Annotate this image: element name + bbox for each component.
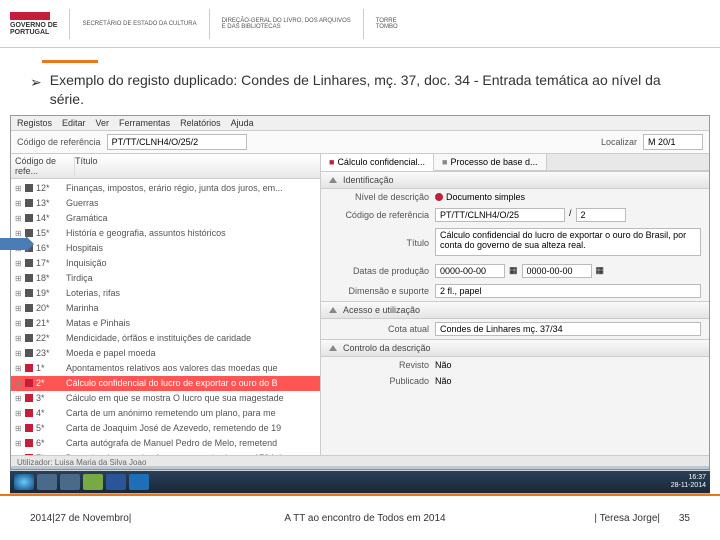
nivel-radio-icon — [435, 193, 443, 201]
codref2-input[interactable] — [576, 208, 626, 222]
task-ie-icon[interactable] — [37, 474, 57, 490]
section-acesso[interactable]: Acesso e utilização — [321, 301, 709, 319]
tree-pane: Código de refe... Título ⊞12*Finanças, i… — [11, 154, 321, 455]
tree-row[interactable]: ⊞22*Mendicidade, órfãos e instituições d… — [11, 331, 320, 346]
task-outlook-icon[interactable] — [129, 474, 149, 490]
label-cota: Cota atual — [329, 324, 429, 334]
label-publicado: Publicado — [329, 376, 429, 386]
search-label: Localizar — [601, 137, 637, 147]
tree[interactable]: ⊞12*Finanças, impostos, erário régio, ju… — [11, 179, 320, 455]
app-window: Registos Editar Ver Ferramentas Relatórios Aj… — [10, 115, 710, 470]
slide-bullet: ➢ Exemplo do registo duplicado: Condes d… — [30, 71, 690, 109]
tree-row[interactable]: ⊞14*Gramática — [11, 211, 320, 226]
tree-row[interactable]: ⊞21*Matas e Pinhais — [11, 316, 320, 331]
titulo-input[interactable] — [435, 228, 701, 256]
task-app-icon[interactable] — [83, 474, 103, 490]
section-controlo[interactable]: Controlo da descrição — [321, 339, 709, 357]
pointer-arrow-icon — [0, 238, 26, 250]
label-datas: Datas de produção — [329, 266, 429, 276]
tree-row[interactable]: ⊞18*Tirdiça — [11, 271, 320, 286]
tree-row[interactable]: ⊞13*Guerras — [11, 196, 320, 211]
calendar-icon[interactable]: ▦ — [509, 265, 518, 276]
col-header-title[interactable]: Título — [75, 156, 98, 176]
task-word-icon[interactable] — [106, 474, 126, 490]
bullet-arrow-icon: ➢ — [30, 73, 42, 109]
label-codref: Código de referência — [329, 210, 429, 220]
logo-dglab: DIREÇÃO-GERAL DO LIVRO, DOS ARQUIVOS E D… — [222, 6, 351, 42]
label-revisto: Revisto — [329, 360, 429, 370]
tree-row[interactable]: ⊞4*Carta de um anónimo remetendo um plan… — [11, 406, 320, 421]
slide-footer: 2014|27 de Novembro| A TT ao encontro de… — [0, 494, 720, 540]
codref-input[interactable] — [435, 208, 565, 222]
tree-row[interactable]: ⊞6*Carta autógrafa de Manuel Pedro de Me… — [11, 436, 320, 451]
calendar-icon[interactable]: ▦ — [596, 265, 605, 276]
publicado-value: Não — [435, 376, 701, 386]
data-inicio-input[interactable] — [435, 264, 505, 278]
tree-row[interactable]: ⊞19*Loterias, rifas — [11, 286, 320, 301]
search-input[interactable] — [643, 134, 703, 150]
tab-processo[interactable]: ■Processo de base d... — [434, 154, 547, 170]
ref-input[interactable] — [107, 134, 247, 150]
header-logos: GOVERNO DE PORTUGAL SECRETÁRIO DE ESTADO… — [0, 0, 720, 48]
footer-author: | Teresa Jorge| — [550, 513, 660, 524]
dimensao-input[interactable] — [435, 284, 701, 298]
nivel-value: Documento simples — [446, 192, 525, 202]
menu-ferramentas[interactable]: Ferramentas — [119, 118, 170, 128]
tree-row[interactable]: ⊞20*Marinha — [11, 301, 320, 316]
logo-governo: GOVERNO DE PORTUGAL — [10, 6, 57, 42]
tree-row[interactable]: ⊞2*Cálculo confidencial do lucro de expo… — [11, 376, 320, 391]
revisto-value: Não — [435, 360, 701, 370]
menubar: Registos Editar Ver Ferramentas Relatórios Aj… — [11, 116, 709, 131]
logo-secretario: SECRETÁRIO DE ESTADO DA CULTURA — [82, 6, 196, 42]
menu-editar[interactable]: Editar — [62, 118, 86, 128]
menu-registos[interactable]: Registos — [17, 118, 52, 128]
tree-row[interactable]: ⊞12*Finanças, impostos, erário régio, ju… — [11, 181, 320, 196]
tree-row[interactable]: ⊞17*Inquisição — [11, 256, 320, 271]
logo-tombo: TORRE TOMBO — [376, 6, 398, 42]
menu-relatórios[interactable]: Relatórios — [180, 118, 221, 128]
accent-line — [42, 60, 98, 63]
col-header-code[interactable]: Código de refe... — [15, 156, 75, 176]
label-titulo: Título — [329, 238, 429, 248]
menu-ajuda[interactable]: Ajuda — [231, 118, 254, 128]
detail-pane: ■Cálculo confidencial... ■Processo de ba… — [321, 154, 709, 455]
task-explorer-icon[interactable] — [60, 474, 80, 490]
ref-label: Código de referência — [17, 137, 101, 147]
tree-row[interactable]: ⊞23*Moeda e papel moeda — [11, 346, 320, 361]
tree-row[interactable]: ⊞5*Carta de Joaquim José de Azevedo, rem… — [11, 421, 320, 436]
tree-row[interactable]: ⊞1*Apontamentos relativos aos valores da… — [11, 361, 320, 376]
toolbar: Código de referência Localizar — [11, 131, 709, 154]
tree-row[interactable]: ⊞15*História e geografia, assuntos histó… — [11, 226, 320, 241]
menu-ver[interactable]: Ver — [96, 118, 110, 128]
data-fim-input[interactable] — [522, 264, 592, 278]
cota-input[interactable] — [435, 322, 701, 336]
label-nivel: Nível de descrição — [329, 192, 429, 202]
label-dimensao: Dimensão e suporte — [329, 286, 429, 296]
footer-title: A TT ao encontro de Todos em 2014 — [180, 513, 550, 524]
tree-row[interactable]: ⊞3*Cálculo em que se mostra O lucro que … — [11, 391, 320, 406]
tab-calculo[interactable]: ■Cálculo confidencial... — [321, 154, 434, 171]
section-identificacao[interactable]: Identificação — [321, 171, 709, 189]
footer-page: 35 — [660, 513, 690, 524]
tree-row[interactable]: ⊞16*Hospitais — [11, 241, 320, 256]
footer-date: 2014|27 de Novembro| — [30, 513, 180, 524]
taskbar: 16:3728-11-2014 — [10, 471, 710, 493]
tray-clock[interactable]: 16:3728-11-2014 — [671, 474, 706, 489]
start-button[interactable] — [14, 474, 34, 490]
